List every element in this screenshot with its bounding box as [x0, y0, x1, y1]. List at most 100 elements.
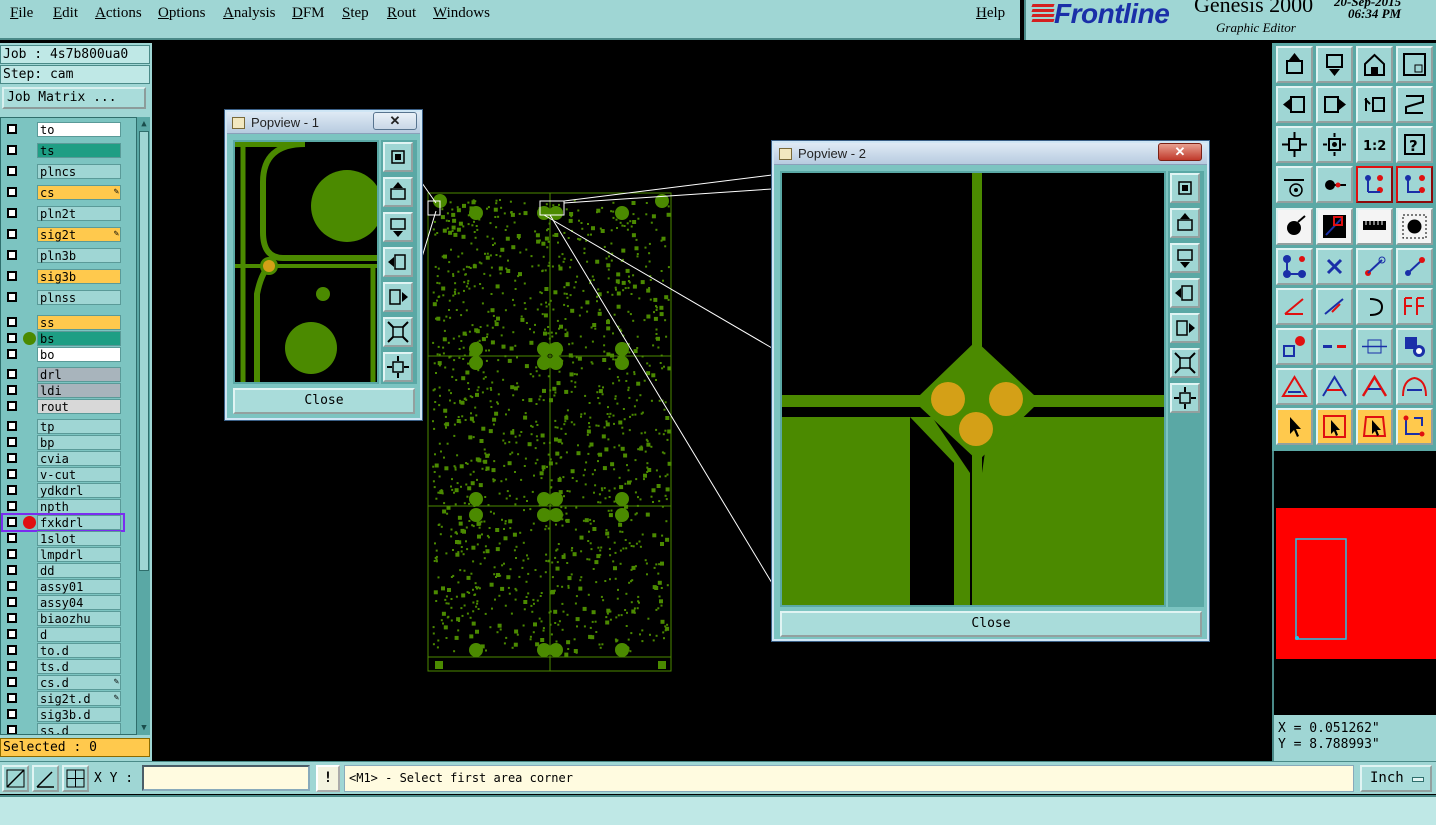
layer-row-sig2t.d[interactable]: sig2t.d ✎	[3, 691, 123, 706]
angle-snap-icon[interactable]	[32, 765, 59, 792]
layer-checkbox[interactable]	[7, 693, 17, 703]
layer-checkbox[interactable]	[7, 453, 17, 463]
pan-right-icon[interactable]	[383, 282, 413, 312]
popview-1-close-button[interactable]: Close	[233, 388, 415, 414]
layer-checkbox[interactable]	[7, 581, 17, 591]
popview-1-close-x[interactable]: ✕	[373, 112, 417, 130]
layer-checkbox[interactable]	[7, 166, 17, 176]
layer-row-ydkdrl[interactable]: ydkdrl	[3, 483, 123, 498]
select-window-icon[interactable]	[1316, 408, 1353, 445]
pan-up-icon[interactable]	[1170, 208, 1200, 238]
layer-checkbox[interactable]	[7, 661, 17, 671]
layer-checkbox[interactable]	[7, 469, 17, 479]
zoom-home-icon[interactable]	[1170, 173, 1200, 203]
layer-row-bo[interactable]: bo	[3, 347, 123, 362]
measure-distance-icon[interactable]	[1356, 328, 1393, 365]
measure-tool-icon[interactable]	[1276, 166, 1313, 203]
layer-checkbox[interactable]	[7, 369, 17, 379]
layer-row-sig3b[interactable]: sig3b	[3, 269, 123, 284]
layer-row-d[interactable]: d	[3, 627, 123, 642]
zoom-in-icon[interactable]	[1170, 348, 1200, 378]
zoom-out-icon[interactable]	[1170, 383, 1200, 413]
layer-row-lmpdrl[interactable]: lmpdrl	[3, 547, 123, 562]
snap-tool-icon[interactable]	[1316, 166, 1353, 203]
layer-row-bp[interactable]: bp	[3, 435, 123, 450]
layer-checkbox[interactable]	[7, 385, 17, 395]
layer-row-cs.d[interactable]: cs.d ✎	[3, 675, 123, 690]
layer-checkbox[interactable]	[7, 677, 17, 687]
add-pad-icon[interactable]	[1276, 208, 1313, 245]
layer-checkbox[interactable]	[7, 292, 17, 302]
scrollbar-thumb[interactable]	[139, 131, 149, 571]
layer-row-fxkdrl[interactable]: fxkdrl	[1, 513, 125, 532]
pan-left-tool-icon[interactable]	[1276, 86, 1313, 123]
layer-row-pln2t[interactable]: pln2t	[3, 206, 123, 221]
menu-dfm[interactable]: DFM	[292, 5, 325, 22]
layer-checkbox[interactable]	[7, 645, 17, 655]
edit-polygon-icon[interactable]	[1316, 368, 1353, 405]
layer-checkbox[interactable]	[7, 187, 17, 197]
layer-checkbox[interactable]	[7, 208, 17, 218]
move-feature-icon[interactable]	[1356, 248, 1393, 285]
select-polygon-icon[interactable]	[1356, 408, 1393, 445]
snap-grid-icon[interactable]	[2, 765, 29, 792]
redraw-icon[interactable]	[1356, 86, 1393, 123]
zoom-window-icon[interactable]	[1396, 46, 1433, 83]
pan-right-tool-icon[interactable]	[1316, 86, 1353, 123]
layer-row-to[interactable]: to	[3, 122, 123, 137]
layer-checkbox[interactable]	[7, 437, 17, 447]
layer-list-scrollbar[interactable]: ▲ ▼	[136, 117, 150, 735]
zoom-home-icon[interactable]	[383, 142, 413, 172]
layer-row-bs[interactable]: bs	[3, 331, 123, 346]
layer-checkbox[interactable]	[7, 401, 17, 411]
layer-row-sig2t[interactable]: sig2t ✎	[3, 227, 123, 242]
grid-toggle-icon[interactable]	[62, 765, 89, 792]
exclamation-button[interactable]: !	[316, 765, 340, 792]
job-matrix-button[interactable]: Job Matrix ...	[2, 87, 146, 109]
popview-2-view[interactable]	[780, 171, 1166, 607]
add-polygon-icon[interactable]	[1276, 368, 1313, 405]
layer-checkbox[interactable]	[7, 501, 17, 511]
layer-row-cs[interactable]: cs ✎	[3, 185, 123, 200]
menu-analysis[interactable]: Analysis	[223, 5, 276, 22]
layer-row-assy04[interactable]: assy04	[3, 595, 123, 610]
layer-row-1slot[interactable]: 1slot	[3, 531, 123, 546]
ruler-icon[interactable]	[1356, 208, 1393, 245]
layer-row-npth[interactable]: npth	[3, 499, 123, 514]
menu-windows[interactable]: Windows	[433, 5, 490, 22]
popview-2-close-button[interactable]: Close	[780, 611, 1202, 637]
layer-row-plncs[interactable]: plncs	[3, 164, 123, 179]
layer-row-ts[interactable]: ts	[3, 143, 123, 158]
menu-step[interactable]: Step	[342, 5, 369, 22]
net-connect-icon[interactable]	[1396, 166, 1433, 203]
add-surface-icon[interactable]	[1316, 208, 1353, 245]
layer-row-assy01[interactable]: assy01	[3, 579, 123, 594]
popview-2-titlebar[interactable]: Popview - 2	[774, 143, 1207, 165]
pan-up-tool-icon[interactable]	[1276, 46, 1313, 83]
layer-checkbox[interactable]	[7, 517, 17, 527]
layer-row-dd[interactable]: dd	[3, 563, 123, 578]
route-net-icon[interactable]	[1276, 248, 1313, 285]
layer-checkbox[interactable]	[7, 485, 17, 495]
scroll-down-icon[interactable]: ▼	[138, 723, 150, 733]
layer-row-sig3b.d[interactable]: sig3b.d	[3, 707, 123, 722]
home-view-icon[interactable]	[1356, 46, 1393, 83]
pan-down-icon[interactable]	[1170, 243, 1200, 273]
pan-up-icon[interactable]	[383, 177, 413, 207]
layer-checkbox[interactable]	[7, 725, 17, 734]
select-net-icon[interactable]	[1396, 408, 1433, 445]
layer-row-ldi[interactable]: ldi	[3, 383, 123, 398]
add-text-icon[interactable]	[1276, 328, 1313, 365]
popview-2-close-x[interactable]: ✕	[1158, 143, 1202, 161]
pan-left-icon[interactable]	[1170, 278, 1200, 308]
layer-checkbox[interactable]	[7, 145, 17, 155]
layer-row-drl[interactable]: drl	[3, 367, 123, 382]
layer-checkbox[interactable]	[7, 549, 17, 559]
menu-rout[interactable]: Rout	[387, 5, 416, 22]
menu-actions[interactable]: Actions	[95, 5, 142, 22]
layer-row-tp[interactable]: tp	[3, 419, 123, 434]
zoom-out-icon[interactable]	[383, 352, 413, 382]
menu-edit[interactable]: Edit	[53, 5, 78, 22]
pan-left-icon[interactable]	[383, 247, 413, 277]
pan-down-icon[interactable]	[383, 212, 413, 242]
